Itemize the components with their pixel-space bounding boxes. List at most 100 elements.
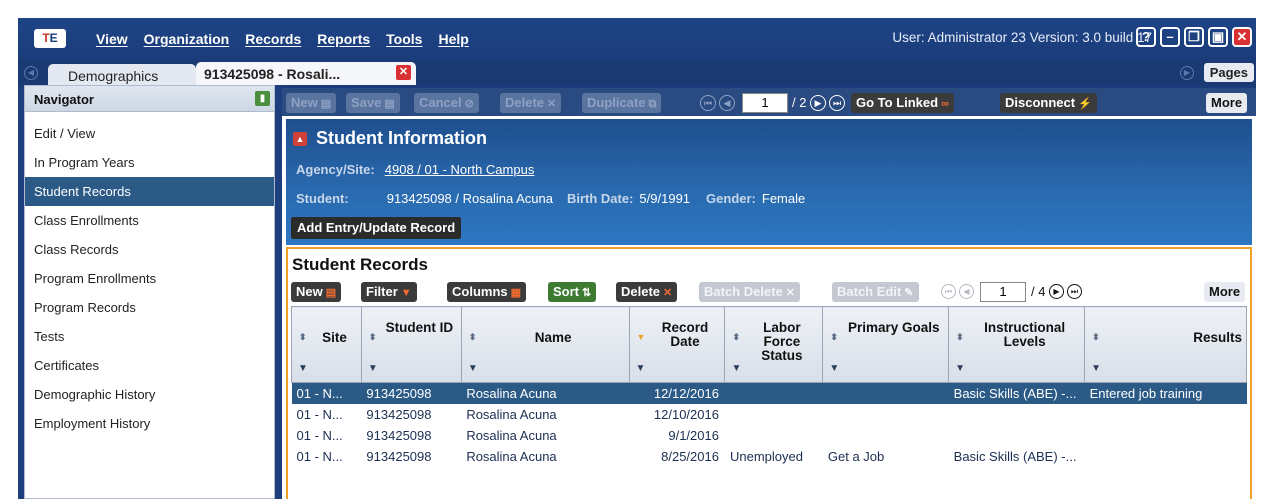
go-to-linked-button[interactable]: Go To Linked ∞ <box>851 93 954 113</box>
table-row[interactable]: 01 - N... 913425098 Rosalina Acuna 12/12/20… <box>291 382 1247 404</box>
close-tab-icon[interactable]: ✕ <box>396 65 411 80</box>
pages-button[interactable]: Pages <box>1203 63 1254 82</box>
minimize-icon[interactable]: – <box>1160 27 1180 47</box>
sidebar-item-certificates[interactable]: Certificates <box>25 351 274 380</box>
column-header-site[interactable]: ⬍ Site ▼ <box>291 306 362 383</box>
column-header-labor-force-status[interactable]: ⬍ Labor Force Status ▼ <box>724 306 824 383</box>
menu-organization[interactable]: Organization <box>144 31 230 47</box>
menu-tools[interactable]: Tools <box>386 31 422 47</box>
column-filter-icon[interactable]: ▼ <box>731 363 741 374</box>
records-last-page-icon[interactable]: ⏭ <box>1067 284 1082 299</box>
cell-name: Rosalina Acuna <box>466 427 557 443</box>
column-header-primary-goals[interactable]: ⬍ Primary Goals ▼ <box>822 306 950 383</box>
columns-button[interactable]: Columns ▦ <box>447 282 527 302</box>
sidebar-item-class-records[interactable]: Class Records <box>25 235 274 264</box>
table-row[interactable]: 01 - N... 913425098 Rosalina Acuna 12/10/20… <box>292 404 1247 425</box>
records-page-total: / 4 <box>1031 284 1046 299</box>
batch-delete-button[interactable]: Batch Delete ✕ <box>699 282 800 302</box>
cell-date: 12/12/2016 <box>629 382 725 404</box>
records-new-button[interactable]: New ▤ <box>291 282 342 302</box>
tab-scroll-right-icon[interactable]: ▶ <box>1180 66 1194 80</box>
collapse-icon[interactable]: ▲ <box>293 132 307 146</box>
records-first-page-icon[interactable]: ⏮ <box>941 284 956 299</box>
sidebar-item-employment-history[interactable]: Employment History <box>25 409 274 438</box>
records-prev-page-icon[interactable]: ◀ <box>959 284 974 299</box>
column-filter-icon[interactable]: ▼ <box>1091 363 1101 374</box>
column-filter-icon[interactable]: ▼ <box>955 363 965 374</box>
cell-levels: Basic Skills (ABE) -... <box>953 448 1077 464</box>
sidebar-item-program-records[interactable]: Program Records <box>25 293 274 322</box>
last-page-icon[interactable]: ⏭ <box>829 95 845 111</box>
disconnect-button[interactable]: Disconnect ⚡ <box>1000 93 1097 113</box>
batch-edit-button[interactable]: Batch Edit ✎ <box>832 282 919 302</box>
first-page-icon[interactable]: ⏮ <box>700 95 716 111</box>
cell-site: 01 - N... <box>296 427 343 443</box>
restore-icon[interactable]: ❐ <box>1184 27 1204 47</box>
column-header-instructional-levels[interactable]: ⬍ Instructional Levels ▼ <box>948 306 1086 383</box>
column-header-results[interactable]: ⬍ Results ▼ <box>1084 306 1247 383</box>
column-filter-icon[interactable]: ▼ <box>298 363 308 374</box>
delete-button[interactable]: Delete ✕ <box>500 93 562 113</box>
pin-icon[interactable]: ▮ <box>255 91 270 106</box>
sort-icon[interactable]: ⬍ <box>369 332 377 343</box>
records-delete-button[interactable]: Delete ✕ <box>616 282 678 302</box>
sidebar-item-demographic-history[interactable]: Demographic History <box>25 380 274 409</box>
column-header-label: Site <box>322 330 347 345</box>
sort-icon[interactable]: ⬍ <box>469 332 477 343</box>
table-row[interactable]: 01 - N... 913425098 Rosalina Acuna 9/1/2016 <box>292 425 1247 446</box>
records-next-page-icon[interactable]: ▶ <box>1049 284 1064 299</box>
sidebar-item-student-records[interactable]: Student Records <box>25 177 274 206</box>
sidebar-item-class-enrollments[interactable]: Class Enrollments <box>25 206 274 235</box>
help-icon[interactable]: ? <box>1136 27 1156 47</box>
sidebar-item-program-enrollments[interactable]: Program Enrollments <box>25 264 274 293</box>
maximize-icon[interactable]: ▣ <box>1208 27 1228 47</box>
column-filter-icon[interactable]: ▼ <box>829 363 839 374</box>
more-button[interactable]: More <box>1206 93 1248 113</box>
cancel-button[interactable]: Cancel ⊘ <box>414 93 479 113</box>
sidebar-item-tests[interactable]: Tests <box>25 322 274 351</box>
column-filter-icon[interactable]: ▼ <box>368 363 378 374</box>
sort-icon[interactable]: ⬍ <box>1092 332 1100 343</box>
records-page-input[interactable]: 1 <box>980 282 1026 302</box>
page-number-input[interactable]: 1 <box>742 93 788 113</box>
menu-view[interactable]: View <box>96 31 128 47</box>
column-filter-icon[interactable]: ▼ <box>468 363 478 374</box>
next-page-icon[interactable]: ▶ <box>810 95 826 111</box>
column-header-name[interactable]: ⬍ Name ▼ <box>460 306 630 383</box>
sort-icon[interactable]: ⬍ <box>830 332 838 343</box>
student-records-title: Student Records <box>292 255 429 274</box>
duplicate-button[interactable]: Duplicate ⧉ <box>582 93 662 113</box>
prev-page-icon[interactable]: ◀ <box>719 95 735 111</box>
tab-student-record-label: 913425098 - Rosali... <box>204 66 341 82</box>
sidebar-item-in-program-years[interactable]: In Program Years <box>25 148 274 177</box>
filter-button[interactable]: Filter ▼ <box>361 282 417 302</box>
menu-records[interactable]: Records <box>245 31 301 47</box>
table-header-row: ⬍ Site ▼ ⬍ Student ID ▼ ⬍ Name ▼ ▼ Record Date ▼ ⬍ La… <box>291 306 1247 383</box>
column-filter-icon[interactable]: ▼ <box>636 363 646 374</box>
menu-reports[interactable]: Reports <box>317 31 370 47</box>
sort-icon[interactable]: ⬍ <box>956 332 964 343</box>
page-total: / 2 <box>792 95 807 110</box>
tab-student-record[interactable]: 913425098 - Rosali... ✕ <box>196 62 416 85</box>
sidebar-item-edit-view[interactable]: Edit / View <box>25 119 274 148</box>
column-header-label: Record Date <box>661 320 709 349</box>
tab-scroll-left-icon[interactable]: ◀ <box>24 66 38 80</box>
column-header-student-id[interactable]: ⬍ Student ID ▼ <box>360 306 462 383</box>
column-header-label: Student ID <box>385 320 454 335</box>
agency-site-link[interactable]: 4908 / 01 - North Campus <box>385 162 535 177</box>
cell-name: Rosalina Acuna <box>466 448 557 464</box>
sort-icon[interactable]: ⬍ <box>299 332 307 343</box>
column-header-record-date[interactable]: ▼ Record Date ▼ <box>628 306 726 383</box>
sort-descending-icon[interactable]: ▼ <box>637 332 646 342</box>
table-row[interactable]: 01 - N... 913425098 Rosalina Acuna 8/25/201… <box>292 446 1247 467</box>
records-more-button[interactable]: More <box>1204 282 1246 302</box>
screen-frame: TE View Organization Records Reports Too… <box>0 0 1273 499</box>
sort-button[interactable]: Sort ⇅ <box>548 282 597 302</box>
sort-icon[interactable]: ⬍ <box>732 332 740 343</box>
menu-help[interactable]: Help <box>438 31 468 47</box>
tab-demographics[interactable]: Demographics <box>48 64 196 85</box>
save-button[interactable]: Save ▤ <box>346 93 400 113</box>
close-window-icon[interactable]: ✕ <box>1232 27 1252 47</box>
add-entry-update-record-button[interactable]: Add Entry/Update Record <box>291 217 462 239</box>
new-button[interactable]: New ▤ <box>286 93 337 113</box>
